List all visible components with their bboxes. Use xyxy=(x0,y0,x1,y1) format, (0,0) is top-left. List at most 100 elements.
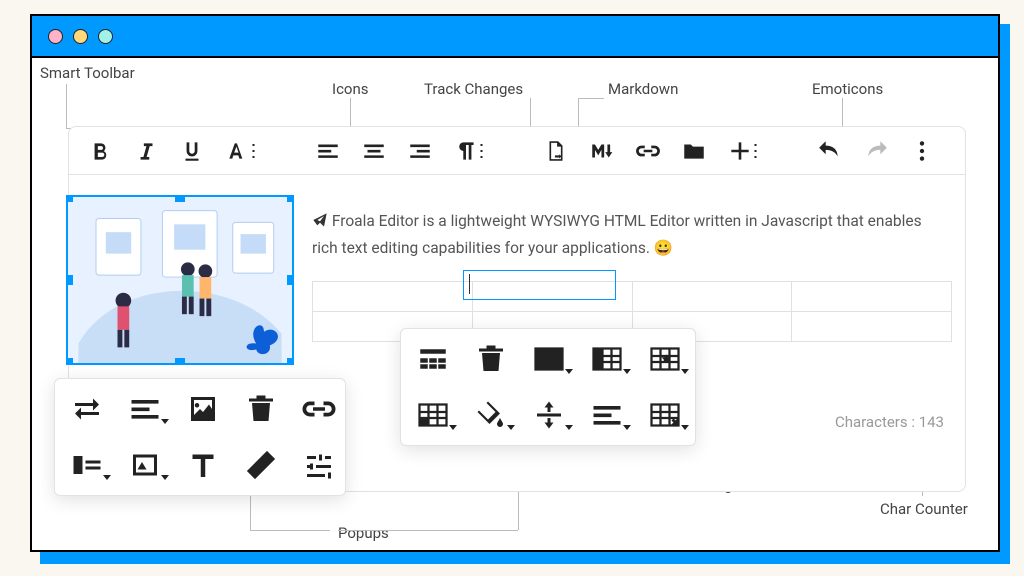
minimize-window-button[interactable] xyxy=(73,29,88,44)
folder-icon xyxy=(681,138,707,164)
illustration-icon xyxy=(68,197,292,363)
image-icon xyxy=(181,391,225,427)
table-header-icon xyxy=(411,341,455,377)
image-edit-popup xyxy=(54,378,346,496)
table-remove-button[interactable] xyxy=(469,341,513,377)
bold-button[interactable] xyxy=(87,138,113,164)
table-cell-icon xyxy=(411,397,455,433)
table-cell[interactable] xyxy=(472,282,632,312)
toolbar xyxy=(69,127,965,175)
italic-icon xyxy=(133,138,159,164)
table-style-icon xyxy=(643,341,687,377)
align-left-icon xyxy=(585,397,629,433)
swap-icon xyxy=(65,391,109,427)
table-cell[interactable] xyxy=(632,282,792,312)
swap-button[interactable] xyxy=(65,391,109,427)
undo-icon xyxy=(817,138,843,164)
resize-handle-tl[interactable] xyxy=(66,195,73,202)
label-markdown: Markdown xyxy=(608,80,678,98)
italic-button[interactable] xyxy=(133,138,159,164)
table-edit-popup xyxy=(400,328,696,446)
more-button[interactable] xyxy=(909,138,935,164)
window-content: Smart Toolbar Icons Track Changes Markdo… xyxy=(32,58,998,550)
maximize-window-button[interactable] xyxy=(98,29,113,44)
resize-handle-ml[interactable] xyxy=(66,275,73,285)
editor-body[interactable]: Froala Editor is a lightweight WYSIWYG H… xyxy=(312,208,930,262)
selected-image[interactable] xyxy=(66,195,294,365)
image-text-button[interactable] xyxy=(181,447,225,483)
titlebar xyxy=(32,16,998,58)
table-halign-button[interactable] xyxy=(585,397,629,433)
resize-handle-br[interactable] xyxy=(287,358,294,365)
table-col-button[interactable] xyxy=(585,341,629,377)
markdown-button[interactable] xyxy=(589,138,615,164)
resize-handle-mr[interactable] xyxy=(287,275,294,285)
align-center-button[interactable] xyxy=(361,138,387,164)
image-size-button[interactable] xyxy=(239,447,283,483)
alt-icon xyxy=(123,447,167,483)
trash-icon xyxy=(469,341,513,377)
align-center-icon xyxy=(361,138,387,164)
label-icons: Icons xyxy=(332,80,369,98)
align-right-button[interactable] xyxy=(407,138,433,164)
close-window-button[interactable] xyxy=(48,29,63,44)
plus-icon xyxy=(727,138,753,164)
resize-handle-tm[interactable] xyxy=(175,195,185,202)
image-display-button[interactable] xyxy=(65,447,109,483)
text-icon xyxy=(181,447,225,483)
link-icon xyxy=(635,138,661,164)
char-counter: Characters : 143 xyxy=(835,413,944,431)
redo-button[interactable] xyxy=(863,138,889,164)
resize-handle-bm[interactable] xyxy=(175,358,185,365)
track-changes-icon xyxy=(543,138,569,164)
sliders-icon xyxy=(297,447,341,483)
table-cell[interactable] xyxy=(792,282,952,312)
image-replace-button[interactable] xyxy=(181,391,225,427)
track-changes-button[interactable] xyxy=(543,138,569,164)
markdown-icon xyxy=(589,138,615,164)
image-link-button[interactable] xyxy=(297,391,341,427)
label-emoticons: Emoticons xyxy=(812,80,883,98)
resize-handle-tr[interactable] xyxy=(287,195,294,202)
table-cell-button[interactable] xyxy=(411,397,455,433)
table-row-button[interactable] xyxy=(527,341,571,377)
fill-icon xyxy=(469,397,513,433)
table-cell[interactable] xyxy=(792,312,952,342)
paragraph-button[interactable] xyxy=(453,138,479,164)
link-button[interactable] xyxy=(635,138,661,164)
underline-button[interactable] xyxy=(179,138,205,164)
label-smart-toolbar: Smart Toolbar xyxy=(40,64,135,82)
table-row-icon xyxy=(527,341,571,377)
bold-icon xyxy=(87,138,113,164)
label-track-changes: Track Changes xyxy=(424,80,523,98)
align-right-icon xyxy=(407,138,433,164)
image-alt-button[interactable] xyxy=(123,447,167,483)
editor-window: Smart Toolbar Icons Track Changes Markdo… xyxy=(30,14,1000,552)
paragraph-icon xyxy=(453,138,479,164)
table-header-button[interactable] xyxy=(411,341,455,377)
image-delete-button[interactable] xyxy=(239,391,283,427)
label-popups: Popups xyxy=(338,524,389,542)
image-align-button[interactable] xyxy=(123,391,167,427)
ruler-icon xyxy=(239,447,283,483)
image-settings-button[interactable] xyxy=(297,447,341,483)
table-clear-button[interactable] xyxy=(643,397,687,433)
font-size-icon xyxy=(225,138,251,164)
resize-handle-bl[interactable] xyxy=(66,358,73,365)
table-bg-button[interactable] xyxy=(469,397,513,433)
table-valign-button[interactable] xyxy=(527,397,571,433)
valign-icon xyxy=(527,397,571,433)
table-cell[interactable] xyxy=(313,282,473,312)
undo-button[interactable] xyxy=(817,138,843,164)
align-left-button[interactable] xyxy=(315,138,341,164)
folder-button[interactable] xyxy=(681,138,707,164)
link-icon xyxy=(297,391,341,427)
redo-icon xyxy=(863,138,889,164)
more-vertical-icon xyxy=(909,138,935,164)
font-size-button[interactable] xyxy=(225,138,251,164)
table-col-icon xyxy=(585,341,629,377)
align-left-icon xyxy=(123,391,167,427)
table-style-button[interactable] xyxy=(643,341,687,377)
insert-button[interactable] xyxy=(727,138,753,164)
underline-icon xyxy=(179,138,205,164)
